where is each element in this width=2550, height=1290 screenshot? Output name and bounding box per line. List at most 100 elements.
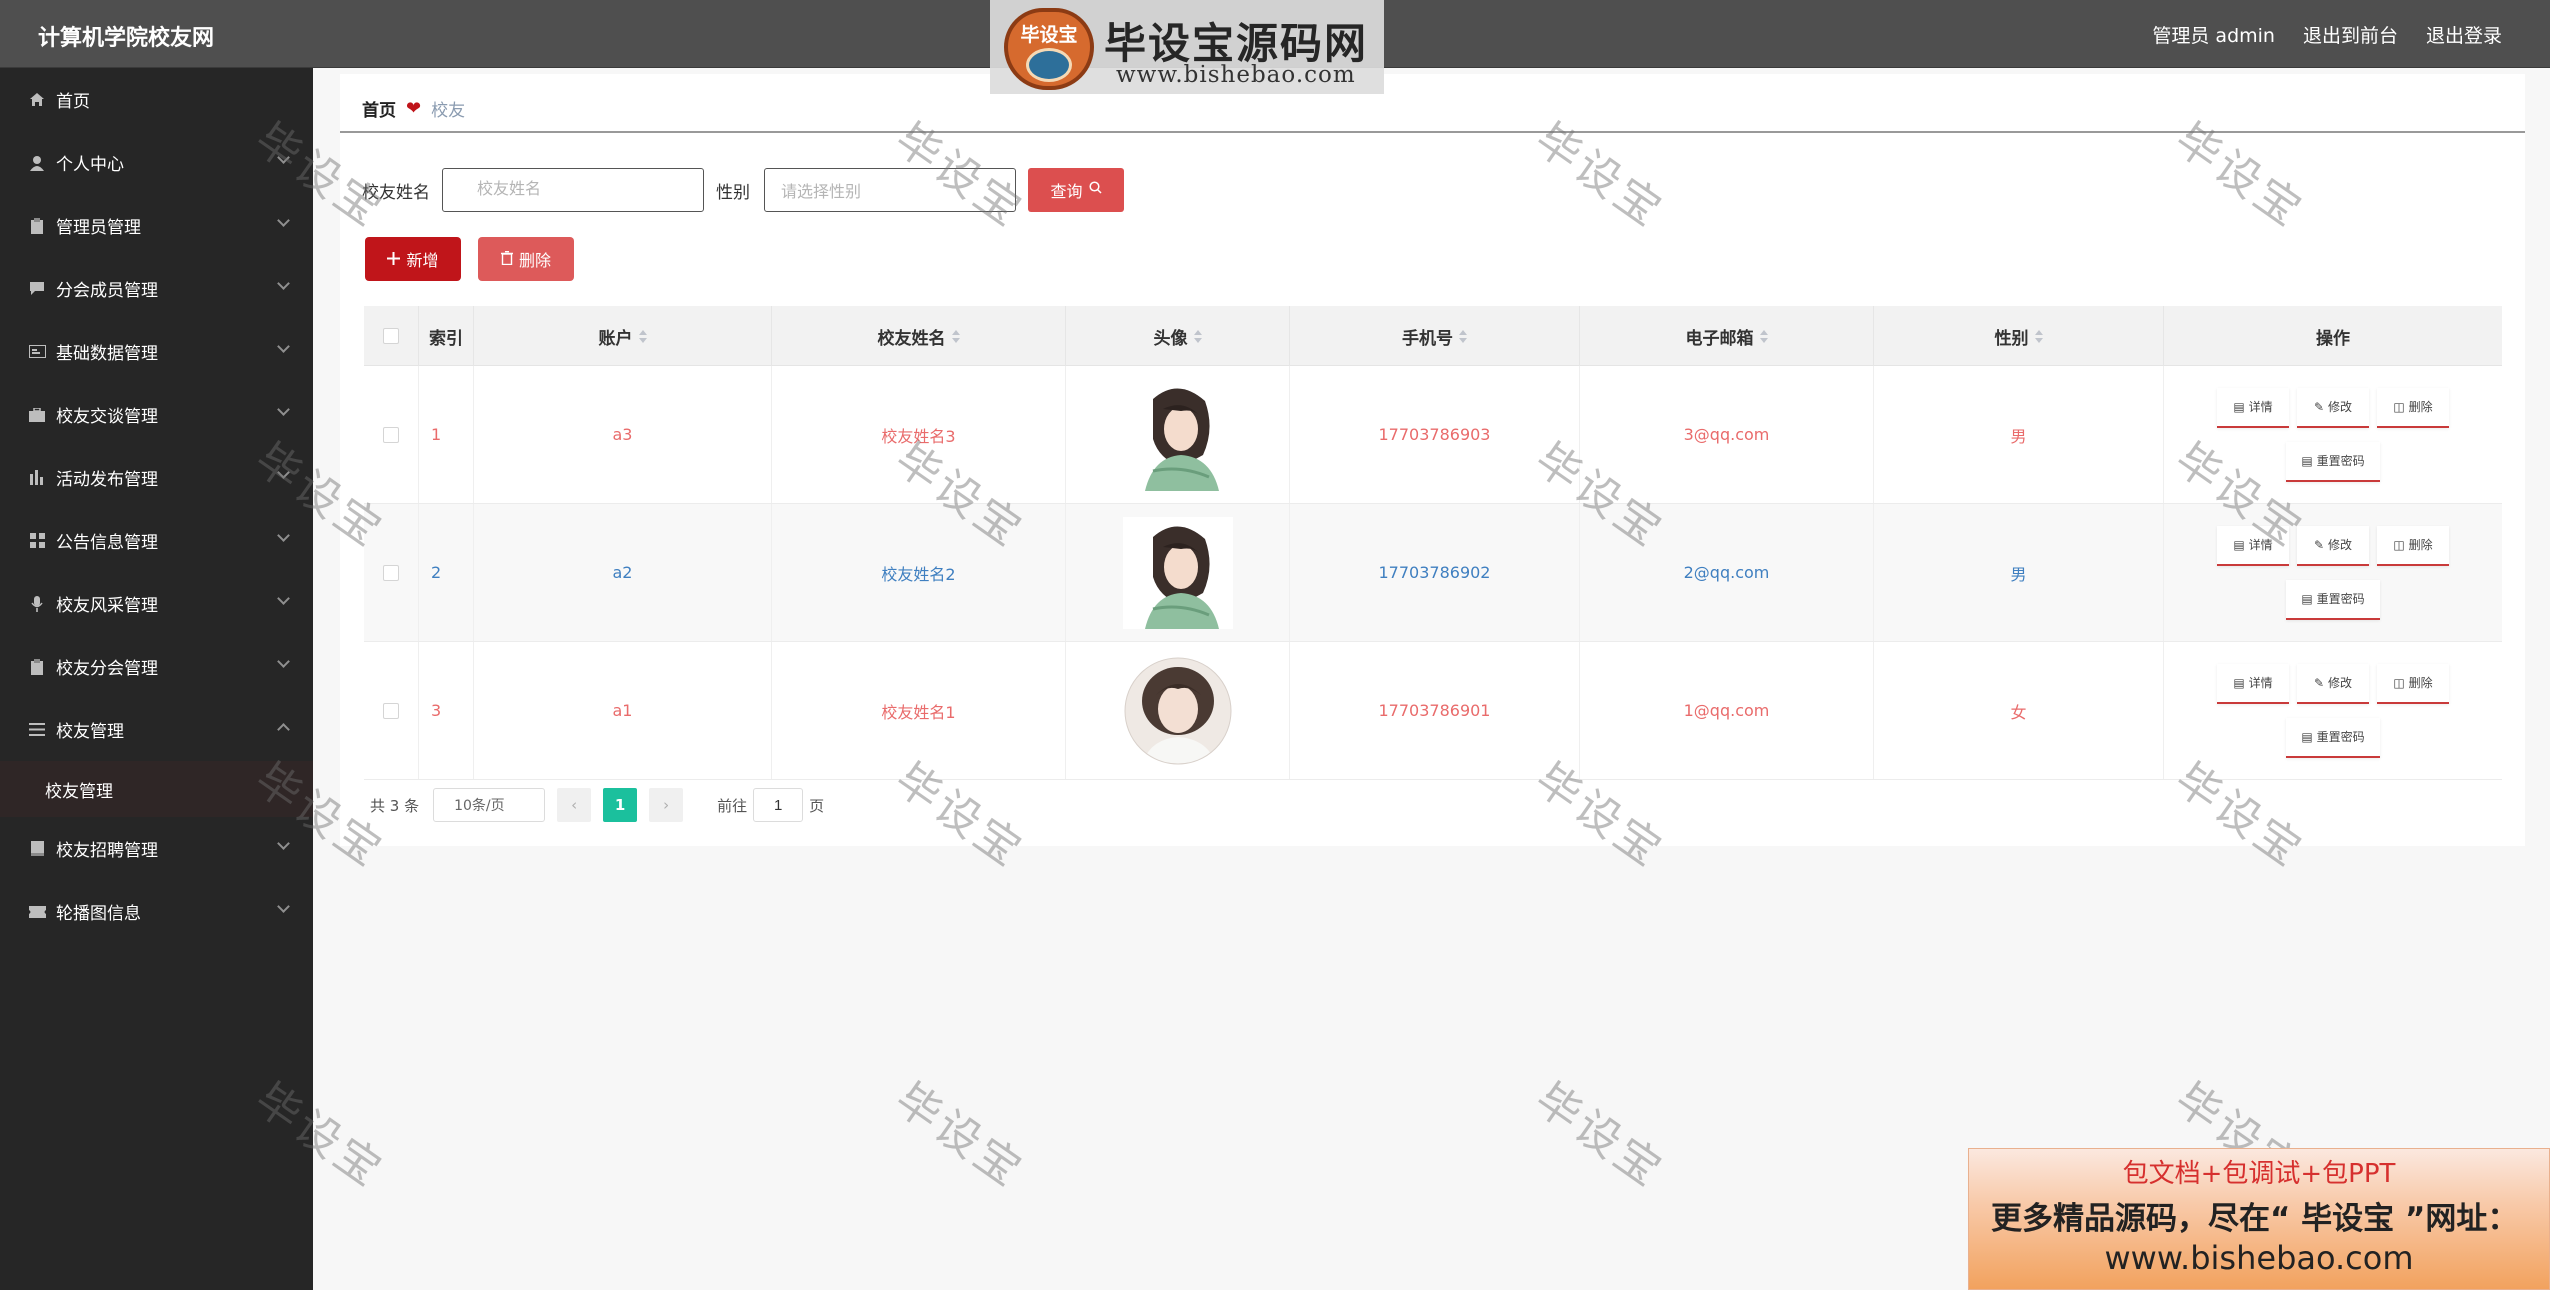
edit-label: 修改 (2328, 538, 2353, 552)
sidebar-item-personal-center[interactable]: 个人中心 (0, 131, 313, 194)
edit-button[interactable]: ✎ 修改 (2297, 387, 2369, 428)
sidebar-item-alumni-style[interactable]: 校友风采管理 (0, 572, 313, 635)
edit-button[interactable]: ✎ 修改 (2297, 525, 2369, 566)
select-all-checkbox[interactable] (383, 328, 399, 344)
phone-cell: 17703786901 (1290, 642, 1580, 779)
avatar-cell (1066, 642, 1290, 779)
edit-icon: ✎ (2313, 399, 2325, 414)
sidebar-item-alumni-chat[interactable]: 校友交谈管理 (0, 383, 313, 446)
breadcrumb-home[interactable]: 首页 (362, 96, 396, 121)
sidebar-item-announcements[interactable]: 公告信息管理 (0, 509, 313, 572)
user-icon (28, 155, 46, 171)
column-header-label: 索引 (429, 328, 463, 349)
page-size-select[interactable]: 10条/页 (433, 788, 546, 822)
avatar-image[interactable] (1123, 655, 1233, 767)
sidebar-item-alumni-management[interactable]: 校友管理 (0, 698, 313, 761)
avatar-image[interactable] (1122, 378, 1233, 491)
name-cell: 校友姓名1 (772, 642, 1066, 779)
row-actions: ▤ 详情 ✎ 修改 ◫ 删除 ▤ 重置密码 (2164, 642, 2502, 779)
detail-button[interactable]: ▤ 详情 (2217, 663, 2289, 704)
sidebar-item-label: 校友招聘管理 (56, 841, 158, 861)
account-cell: a1 (474, 642, 772, 779)
sidebar-item-carousel[interactable]: 轮播图信息 (0, 880, 313, 943)
column-header-label: 手机号 (1402, 328, 1453, 349)
gender-cell: 男 (1874, 366, 2164, 503)
watermark-text: 毕设宝 (1525, 1073, 1674, 1198)
chevron-up-icon (277, 723, 290, 736)
column-header-name[interactable]: 校友姓名 (772, 306, 1066, 366)
sidebar-item-label: 公告信息管理 (56, 533, 158, 553)
sidebar-item-basic-data[interactable]: 基础数据管理 (0, 320, 313, 383)
prev-page-button[interactable]: ‹ (557, 788, 592, 822)
watermark-text: 毕设宝 (885, 1073, 1034, 1198)
detail-button[interactable]: ▤ 详情 (2217, 525, 2289, 566)
detail-button[interactable]: ▤ 详情 (2217, 387, 2289, 428)
account-cell: a2 (474, 504, 772, 641)
reset-password-button[interactable]: ▤ 重置密码 (2286, 717, 2380, 758)
chevron-down-icon (277, 214, 290, 227)
sort-icon[interactable] (1193, 329, 1202, 343)
query-button[interactable]: 查询 (1028, 168, 1124, 212)
logout-link[interactable]: 退出登录 (2426, 21, 2502, 48)
edit-button[interactable]: ✎ 修改 (2297, 663, 2369, 704)
row-checkbox[interactable] (383, 702, 399, 719)
row-checkbox[interactable] (383, 426, 399, 443)
sort-icon[interactable] (1459, 329, 1467, 343)
trash-icon: ◫ (2393, 537, 2405, 552)
column-header-label: 性别 (1994, 328, 2029, 349)
back-to-front-link[interactable]: 退出到前台 (2303, 21, 2398, 48)
sidebar-item-activity-publish[interactable]: 活动发布管理 (0, 446, 313, 509)
page-suffix-label: 页 (809, 796, 825, 815)
gender-filter-label: 性别 (716, 182, 750, 203)
sidebar-item-label: 首页 (56, 92, 90, 112)
column-header-avatar[interactable]: 头像 (1066, 306, 1290, 366)
goto-page-input[interactable] (753, 788, 804, 822)
chevron-down-icon (277, 151, 290, 164)
sort-icon[interactable] (2034, 329, 2043, 343)
sort-icon[interactable] (1759, 329, 1768, 343)
sidebar-item-branch-members[interactable]: 分会成员管理 (0, 257, 313, 320)
avatar-image[interactable] (1122, 516, 1233, 629)
briefcase-icon (28, 407, 46, 423)
sidebar-item-home[interactable]: 首页 (0, 68, 313, 131)
sidebar-item-alumni-recruitment[interactable]: 校友招聘管理 (0, 817, 313, 880)
email-cell: 3@qq.com (1580, 366, 1874, 503)
row-actions: ▤ 详情 ✎ 修改 ◫ 删除 ▤ 重置密码 (2164, 504, 2502, 641)
next-page-button[interactable]: › (649, 788, 684, 822)
gender-filter-select[interactable]: 请选择性别 (764, 168, 1016, 212)
delete-button[interactable]: ◫ 删除 (2377, 387, 2449, 428)
batch-delete-button[interactable]: 删除 (478, 237, 574, 281)
home-icon (28, 92, 46, 108)
admin-user-link[interactable]: 管理员 admin (2152, 21, 2275, 48)
sidebar: 首页 个人中心 管理员管理 分会成员管理 基础数据管理 校友交谈管理 活动发布管… (0, 68, 313, 1290)
delete-button[interactable]: ◫ 删除 (2377, 525, 2449, 566)
clipboard-icon (28, 217, 46, 234)
app-title: 计算机学院校友网 (38, 26, 215, 51)
column-header-account[interactable]: 账户 (474, 306, 772, 366)
sidebar-item-label: 基础数据管理 (56, 344, 158, 364)
reset-password-button[interactable]: ▤ 重置密码 (2286, 441, 2380, 482)
document-icon: ▤ (2233, 675, 2245, 690)
column-header-label: 操作 (2316, 328, 2350, 349)
row-select-cell (364, 504, 419, 641)
gender-cell: 女 (1874, 642, 2164, 779)
document-icon: ▤ (2233, 399, 2245, 414)
sort-icon[interactable] (638, 329, 647, 343)
sort-icon[interactable] (951, 329, 960, 343)
column-header-email[interactable]: 电子邮箱 (1580, 306, 1874, 366)
sidebar-item-admin-management[interactable]: 管理员管理 (0, 194, 313, 257)
table-header: 索引 账户 校友姓名 头像 手机号 电子邮箱 性别 操作 (364, 306, 2502, 366)
reset-password-button[interactable]: ▤ 重置密码 (2286, 579, 2380, 620)
sidebar-subitem-alumni-management[interactable]: 校友管理 (0, 761, 313, 817)
add-button[interactable]: 新增 (365, 237, 461, 281)
sidebar-item-alumni-branch[interactable]: 校友分会管理 (0, 635, 313, 698)
column-header-gender[interactable]: 性别 (1874, 306, 2164, 366)
delete-label: 删除 (2408, 676, 2433, 690)
delete-button[interactable]: ◫ 删除 (2377, 663, 2449, 704)
column-header-phone[interactable]: 手机号 (1290, 306, 1580, 366)
chevron-down-icon (277, 529, 290, 542)
chevron-left-icon: ‹ (571, 796, 578, 814)
name-filter-input[interactable] (442, 168, 704, 212)
row-checkbox[interactable] (383, 564, 399, 581)
page-number-button[interactable]: 1 (603, 788, 638, 822)
